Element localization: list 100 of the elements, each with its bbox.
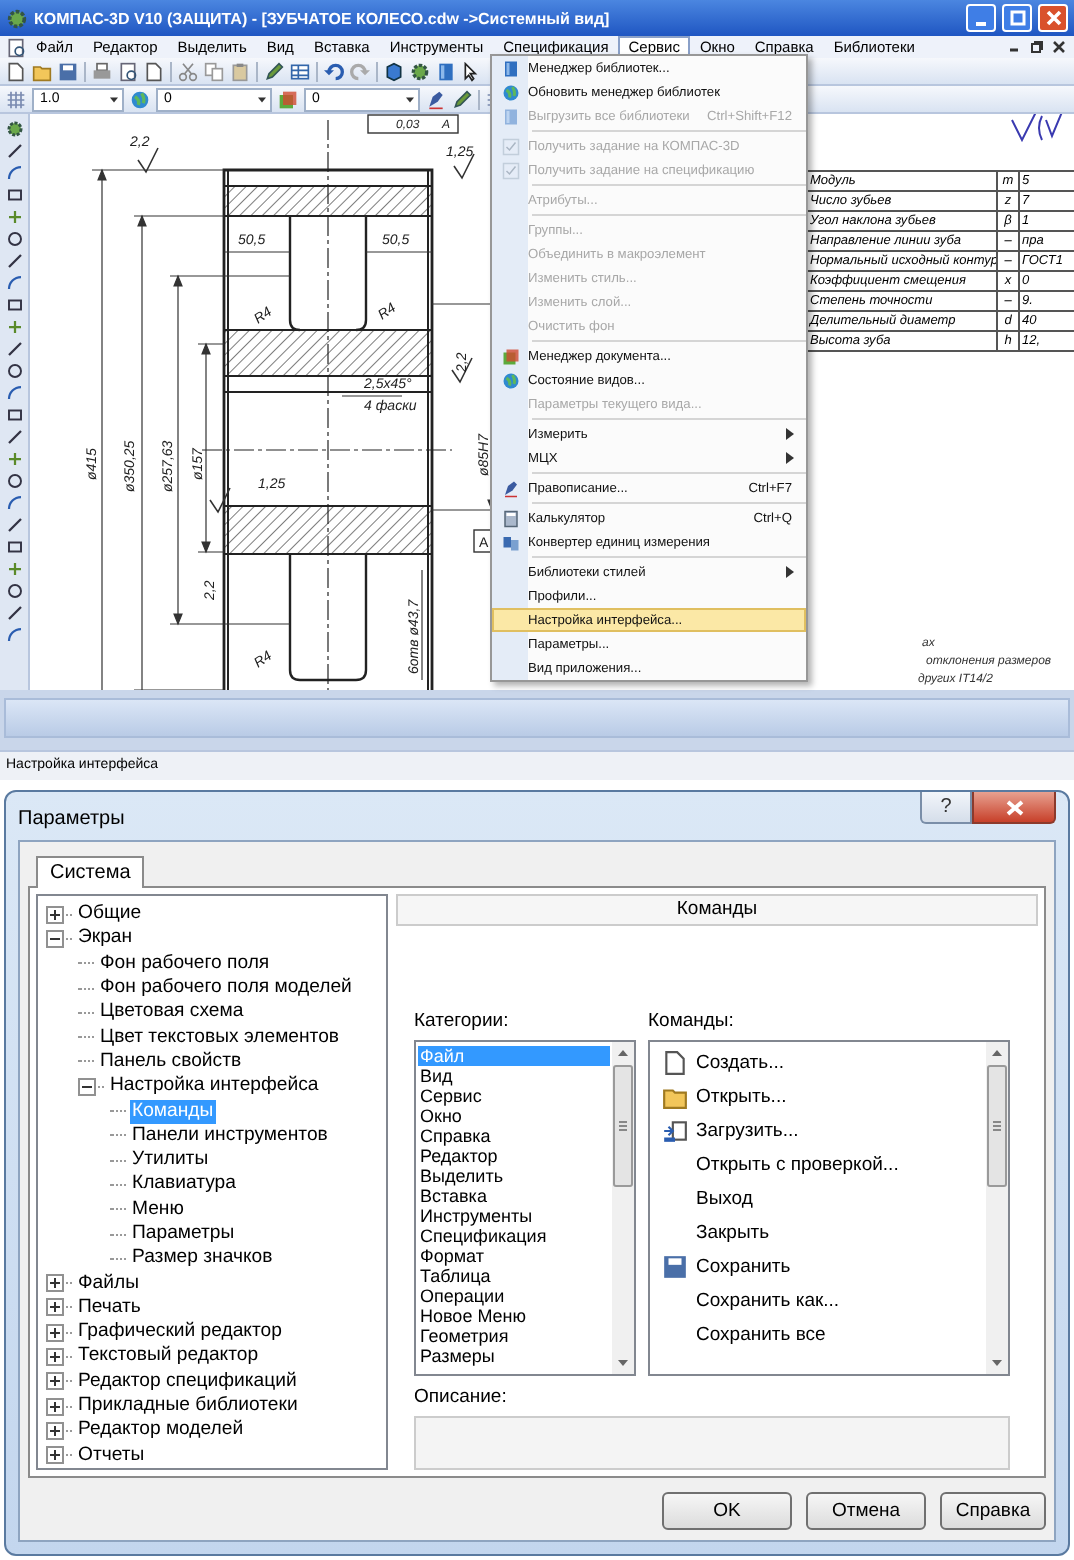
list-item[interactable]: Закрыть [696, 1222, 770, 1244]
tree-item[interactable]: Фон рабочего поля моделей [98, 976, 354, 1001]
list-item[interactable]: Размеры [418, 1346, 610, 1366]
gear-icon[interactable] [5, 120, 23, 138]
line-tool-icon[interactable] [5, 604, 23, 622]
list-item[interactable]: Сохранить [696, 1256, 791, 1278]
list-item[interactable]: Инструменты [418, 1206, 610, 1226]
expand-icon[interactable] [46, 1298, 64, 1317]
line-tool-icon[interactable] [5, 428, 23, 446]
help-arrow-icon[interactable] [462, 61, 482, 81]
arc-tool-icon[interactable] [5, 384, 23, 402]
scrollbar[interactable] [612, 1042, 634, 1374]
line-tool-icon[interactable] [5, 252, 23, 270]
list-item[interactable]: Сервис [418, 1086, 610, 1106]
list-item[interactable]: Сохранить все [696, 1324, 826, 1346]
list-item[interactable]: Открыть с проверкой... [696, 1154, 899, 1176]
undo-arrow-icon[interactable] [324, 61, 344, 81]
tree-item[interactable]: Текстовый редактор [76, 1344, 261, 1369]
tree-item[interactable]: Файлы [76, 1271, 141, 1296]
tree-item[interactable]: Отчеты [76, 1443, 147, 1468]
rect-tool-icon[interactable] [5, 538, 23, 556]
tree-item[interactable]: Настройка интерфейса [108, 1074, 321, 1099]
close-button[interactable] [972, 792, 1056, 824]
table-icon[interactable] [290, 61, 310, 81]
list-item[interactable]: Редактор [418, 1146, 610, 1166]
copy-icon[interactable] [204, 61, 224, 81]
list-item[interactable]: Выход [696, 1188, 753, 1210]
scissors-icon[interactable] [178, 61, 198, 81]
list-item[interactable]: Вид [418, 1066, 610, 1086]
collapse-icon[interactable] [78, 1077, 96, 1096]
arc-tool-icon[interactable] [5, 274, 23, 292]
list-item[interactable]: Создать... [696, 1052, 785, 1074]
tree-item[interactable]: Графический редактор [76, 1320, 284, 1345]
list-item[interactable]: Справка [418, 1126, 610, 1146]
globe-icon[interactable] [130, 89, 150, 109]
rect-tool-icon[interactable] [5, 406, 23, 424]
list-item[interactable]: Выделить [418, 1166, 610, 1186]
page-icon[interactable] [6, 37, 26, 57]
rect-tool-icon[interactable] [5, 296, 23, 314]
list-item[interactable]: Спецификация [418, 1226, 610, 1246]
list-item[interactable]: Загрузить... [696, 1120, 799, 1142]
tree-item[interactable]: Меню [130, 1197, 186, 1222]
dialog-button[interactable]: OK [662, 1492, 792, 1530]
maximize-button[interactable] [1002, 4, 1032, 32]
minimize-button[interactable] [966, 4, 996, 32]
line-tool-icon[interactable] [5, 340, 23, 358]
list-item[interactable]: Сохранить как... [696, 1290, 840, 1312]
expand-icon[interactable] [46, 1274, 64, 1293]
tree-item[interactable]: Утилиты [130, 1148, 211, 1173]
circle-tool-icon[interactable] [5, 582, 23, 600]
rect-tool-icon[interactable] [5, 186, 23, 204]
collapse-icon[interactable] [46, 929, 64, 948]
dialog-button[interactable]: Отмена [806, 1492, 926, 1530]
tree-item[interactable]: Печать [76, 1295, 143, 1320]
tree-item[interactable]: Параметры [130, 1222, 237, 1246]
circle-tool-icon[interactable] [5, 472, 23, 490]
list-item[interactable]: Окно [418, 1106, 610, 1126]
close-icon[interactable] [1052, 40, 1066, 54]
page-icon[interactable] [118, 61, 138, 81]
expand-icon[interactable] [46, 1421, 64, 1440]
tree-item[interactable]: Фон рабочего поля [98, 951, 272, 976]
expand-icon[interactable] [46, 1446, 64, 1465]
tab[interactable]: Система [36, 856, 145, 888]
tree-item[interactable]: Редактор моделей [76, 1418, 246, 1443]
tree-item[interactable]: Клавиатура [130, 1172, 238, 1197]
tree-item[interactable]: Экран [76, 926, 135, 951]
tree-item[interactable]: Панель свойств [98, 1049, 244, 1074]
tree-item[interactable]: Размер значков [130, 1246, 275, 1271]
scrollbar[interactable] [986, 1042, 1008, 1374]
arc-tool-icon[interactable] [5, 164, 23, 182]
tree-item[interactable]: Прикладные библиотеки [76, 1394, 300, 1419]
expand-icon[interactable] [46, 1347, 64, 1366]
list-item[interactable]: Таблица [418, 1266, 610, 1286]
book-icon[interactable] [436, 61, 456, 81]
grid-icon[interactable] [6, 89, 26, 109]
expand-icon[interactable] [46, 905, 64, 924]
tree-item[interactable]: Цветовая схема [98, 1000, 246, 1025]
list-item[interactable]: Формат [418, 1246, 610, 1266]
circle-tool-icon[interactable] [5, 362, 23, 380]
printer-icon[interactable] [92, 61, 112, 81]
list-item[interactable]: Геометрия [418, 1326, 610, 1346]
expand-icon[interactable] [46, 1397, 64, 1416]
list-item[interactable]: Открыть... [696, 1086, 787, 1108]
tree-item[interactable]: Панели инструментов [130, 1123, 330, 1148]
help-button[interactable]: ? [920, 792, 972, 824]
tree-item[interactable]: Общие [76, 902, 144, 927]
dialog-button[interactable]: Справка [940, 1492, 1046, 1530]
list-item[interactable]: Вставка [418, 1186, 610, 1206]
gear-icon[interactable] [410, 61, 430, 81]
list-item[interactable]: Операции [418, 1286, 610, 1306]
line-tool-icon[interactable] [5, 516, 23, 534]
arc-tool-icon[interactable] [5, 494, 23, 512]
document-stack-icon[interactable] [278, 89, 298, 109]
tree-item[interactable]: Редактор спецификаций [76, 1369, 299, 1394]
expand-icon[interactable] [46, 1372, 64, 1391]
arc-tool-icon[interactable] [5, 626, 23, 644]
pen-icon[interactable] [426, 89, 446, 109]
list-item[interactable]: Новое Меню [418, 1306, 610, 1326]
clipboard-icon[interactable] [230, 61, 250, 81]
circle-tool-icon[interactable] [5, 230, 23, 248]
